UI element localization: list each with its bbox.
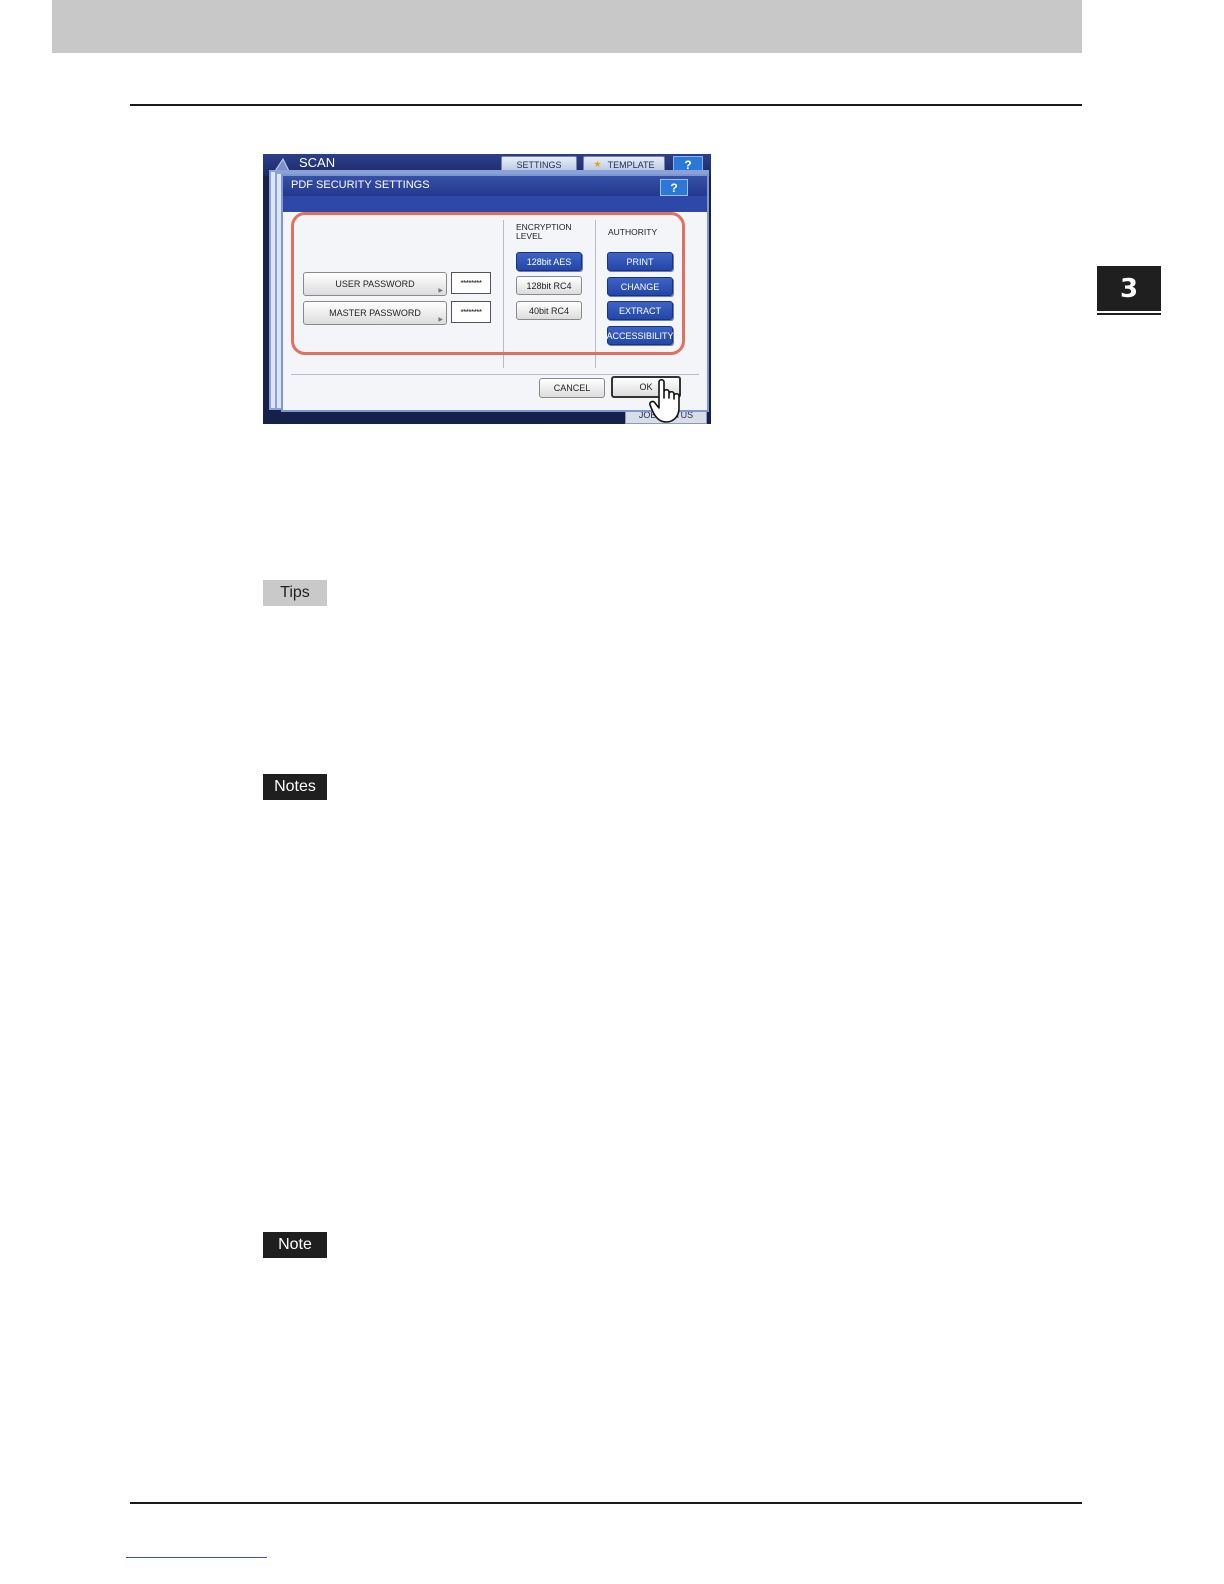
pdf-security-dialog: PDF SECURITY SETTINGS ? ENCRYPTION LEVEL… [281,174,709,412]
app-title: SCAN [299,155,336,170]
footer-link-underline[interactable] [126,1557,267,1558]
footer-divider [291,374,699,375]
settings-highlight-frame [291,212,685,355]
dialog-title: PDF SECURITY SETTINGS [291,179,430,191]
bottom-rule [130,1502,1082,1504]
star-icon: ★ [593,159,602,169]
dialog-blue-band [283,196,707,212]
panel-screenshot: SCAN SETTINGS ★ TEMPLATE ? 12:38 JOB STA… [263,154,711,424]
tips-label: Tips [263,580,327,606]
top-rule [130,104,1082,106]
note-label: Note [263,1232,327,1258]
pointing-hand-icon [649,378,680,423]
page-header-band [52,0,1082,53]
dialog-help-button[interactable]: ? [660,179,688,196]
cancel-button[interactable]: CANCEL [539,378,605,398]
notes-label: Notes [263,774,327,800]
chapter-tab-underline [1097,313,1161,315]
chapter-tab[interactable]: 3 [1097,266,1161,311]
template-button-label: TEMPLATE [607,159,655,170]
